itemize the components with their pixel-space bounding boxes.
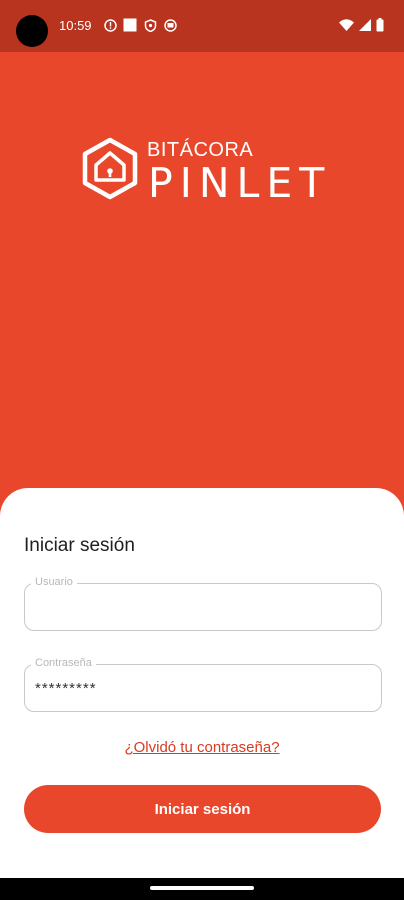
password-input[interactable]: [35, 676, 371, 700]
brand-main-text: PINLET: [148, 159, 332, 207]
username-input[interactable]: [35, 595, 371, 619]
forgot-password-link[interactable]: ¿Olvidó tu contraseña?: [124, 739, 279, 756]
status-time: 10:59: [59, 18, 92, 33]
alert-circle-icon: [103, 18, 117, 32]
front-camera: [16, 15, 48, 47]
house-shield-icon: [82, 137, 138, 200]
status-bar: 10:59: [0, 0, 404, 52]
shield-icon: [143, 18, 157, 32]
status-icons-left: [103, 18, 177, 32]
brand-hero: BITÁCORA PINLET: [0, 52, 404, 522]
login-title: Iniciar sesión: [24, 535, 135, 556]
square-notification-icon: [123, 18, 137, 32]
username-label: Usuario: [31, 576, 77, 588]
navigation-bar: [0, 878, 404, 900]
battery-icon: [376, 18, 384, 32]
password-label: Contraseña: [31, 657, 96, 669]
home-handle[interactable]: [150, 886, 254, 890]
password-field[interactable]: Contraseña: [24, 657, 382, 712]
signal-icon: [359, 18, 371, 32]
app-logo: BITÁCORA PINLET: [78, 135, 328, 207]
login-button[interactable]: Iniciar sesión: [24, 785, 381, 833]
status-icons-right: [339, 18, 384, 32]
forgot-password-row: ¿Olvidó tu contraseña?: [0, 739, 404, 757]
wifi-icon: [339, 18, 354, 32]
login-card: Iniciar sesión Usuario Contraseña ¿Olvid…: [0, 488, 404, 878]
username-field[interactable]: Usuario: [24, 576, 382, 631]
app-notification-icon: [163, 18, 177, 32]
